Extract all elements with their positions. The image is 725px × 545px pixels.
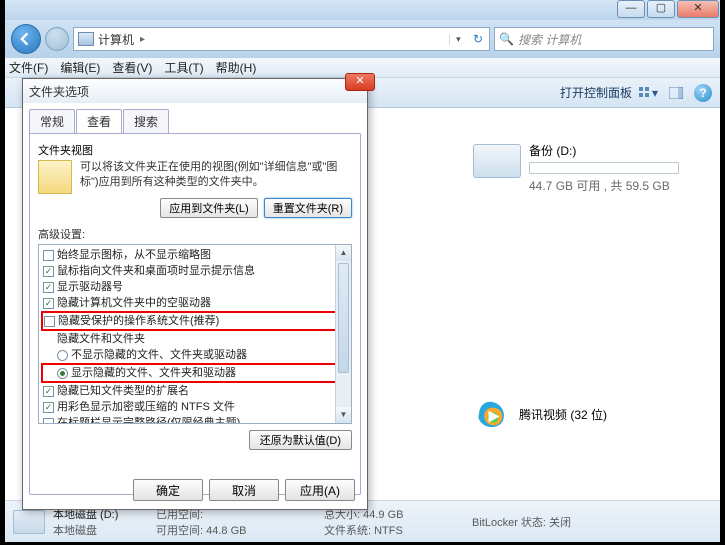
computer-icon xyxy=(78,32,94,46)
opt-show-icons: 始终显示图标，从不显示缩略图 xyxy=(57,247,211,263)
scroll-down-icon[interactable]: ▼ xyxy=(336,407,351,423)
nav-forward-button[interactable] xyxy=(45,27,69,51)
nav-back-button[interactable] xyxy=(11,24,41,54)
opt-tooltip: 鼠标指向文件夹和桌面项时显示提示信息 xyxy=(57,263,255,279)
help-button[interactable]: ? xyxy=(694,84,712,102)
reset-folders-button[interactable]: 重置文件夹(R) xyxy=(264,198,352,218)
window-titlebar: — ▢ ✕ xyxy=(5,0,720,20)
view-grid-icon xyxy=(638,86,652,100)
dialog-titlebar[interactable]: 文件夹选项 xyxy=(23,79,367,103)
status-subtitle: 本地磁盘 xyxy=(53,522,148,538)
folder-options-dialog: 文件夹选项 ✕ 常规 查看 搜索 文件夹视图 可以将该文件夹正在使用的视图(例如… xyxy=(22,78,368,510)
status-free-space: 可用空间: 44.8 GB xyxy=(156,522,316,538)
drive-capacity-bar xyxy=(529,162,679,174)
opt-hide-ext: 隐藏已知文件类型的扩展名 xyxy=(57,383,189,399)
advanced-settings-label: 高级设置: xyxy=(38,226,352,242)
checkbox-full-path[interactable] xyxy=(43,418,54,425)
address-crumb-computer[interactable]: 计算机 xyxy=(98,31,134,48)
menu-edit[interactable]: 编辑(E) xyxy=(60,59,100,76)
advanced-settings-list: 始终显示图标，从不显示缩略图 ✓鼠标指向文件夹和桌面项时显示提示信息 ✓显示驱动… xyxy=(38,244,352,424)
scroll-up-icon[interactable]: ▲ xyxy=(336,245,351,261)
search-icon: 🔍 xyxy=(499,32,514,46)
tencent-video-icon xyxy=(473,396,509,432)
menu-file[interactable]: 文件(F) xyxy=(9,59,48,76)
app-item-label: 腾讯视频 (32 位) xyxy=(519,406,607,423)
tab-search[interactable]: 搜索 xyxy=(123,109,169,133)
status-filesystem: 文件系统: NTFS xyxy=(324,522,464,538)
menu-help[interactable]: 帮助(H) xyxy=(216,59,257,76)
opt-hide-empty: 隐藏计算机文件夹中的空驱动器 xyxy=(57,295,211,311)
open-control-panel-button[interactable]: 打开控制面板 xyxy=(560,84,632,101)
advanced-scrollbar[interactable]: ▲ ▼ xyxy=(335,245,351,423)
checkbox-hide-ext[interactable]: ✓ xyxy=(43,386,54,397)
checkbox-hide-protected[interactable] xyxy=(44,316,55,327)
cancel-button[interactable]: 取消 xyxy=(209,479,279,501)
minimize-button[interactable]: — xyxy=(617,0,645,18)
maximize-button[interactable]: ▢ xyxy=(647,0,675,18)
folder-view-text: 可以将该文件夹正在使用的视图(例如"详细信息"或"图标")应用到所有这种类型的文… xyxy=(80,160,352,194)
checkbox-hide-empty[interactable]: ✓ xyxy=(43,298,54,309)
folder-view-icon xyxy=(38,160,72,194)
dialog-title-text: 文件夹选项 xyxy=(29,83,89,100)
dialog-close-button[interactable]: ✕ xyxy=(345,73,375,91)
search-input[interactable]: 🔍 搜索 计算机 xyxy=(494,27,714,51)
breadcrumb-separator-icon[interactable]: ▸ xyxy=(140,34,145,45)
close-button[interactable]: ✕ xyxy=(677,0,719,18)
status-bitlocker: BitLocker 状态: 关闭 xyxy=(472,514,571,530)
opt-dont-show-hidden: 不显示隐藏的文件、文件夹或驱动器 xyxy=(71,347,247,363)
opt-show-hidden: 显示隐藏的文件、文件夹和驱动器 xyxy=(71,365,236,381)
scroll-thumb[interactable] xyxy=(338,263,349,373)
checkbox-ntfs-color[interactable]: ✓ xyxy=(43,402,54,413)
preview-pane-button[interactable] xyxy=(664,82,688,104)
pane-icon xyxy=(669,87,683,99)
arrow-left-icon xyxy=(19,32,33,46)
tab-view-body: 文件夹视图 可以将该文件夹正在使用的视图(例如"详细信息"或"图标")应用到所有… xyxy=(29,133,361,495)
folder-view-group: 可以将该文件夹正在使用的视图(例如"详细信息"或"图标")应用到所有这种类型的文… xyxy=(38,160,352,194)
address-dropdown-icon[interactable]: ▾ xyxy=(449,34,467,45)
menu-view[interactable]: 查看(V) xyxy=(112,59,152,76)
drive-icon xyxy=(473,144,521,178)
checkbox-tooltip[interactable]: ✓ xyxy=(43,266,54,277)
apply-button[interactable]: 应用(A) xyxy=(285,479,355,501)
address-bar[interactable]: 计算机 ▸ ▾ ↻ xyxy=(73,27,490,51)
opt-full-path: 在标题栏显示完整路径(仅限经典主题) xyxy=(57,415,240,424)
folder-view-group-label: 文件夹视图 xyxy=(38,142,352,158)
opt-drive-letters: 显示驱动器号 xyxy=(57,279,123,295)
app-item-tencent[interactable]: 腾讯视频 (32 位) xyxy=(473,396,688,432)
radio-dont-show-hidden[interactable] xyxy=(57,350,68,361)
refresh-icon[interactable]: ↻ xyxy=(473,32,483,46)
opt-hide-protected: 隐藏受保护的操作系统文件(推荐) xyxy=(58,313,219,329)
drive-name: 备份 (D:) xyxy=(529,142,688,159)
ok-button[interactable]: 确定 xyxy=(133,479,203,501)
radio-show-hidden[interactable] xyxy=(57,368,68,379)
address-bar-row: 计算机 ▸ ▾ ↻ 🔍 搜索 计算机 xyxy=(5,20,720,58)
view-options-button[interactable]: ▾ xyxy=(636,82,660,104)
search-placeholder: 搜索 计算机 xyxy=(518,31,581,48)
drive-detail: 44.7 GB 可用 , 共 59.5 GB xyxy=(529,177,688,194)
tab-general[interactable]: 常规 xyxy=(29,109,75,133)
status-drive-icon xyxy=(13,510,45,534)
dialog-tabs: 常规 查看 搜索 xyxy=(29,109,361,133)
drive-item-d[interactable]: 备份 (D:) 44.7 GB 可用 , 共 59.5 GB xyxy=(473,142,688,194)
checkbox-show-icons[interactable] xyxy=(43,250,54,261)
menu-tools[interactable]: 工具(T) xyxy=(164,59,203,76)
apply-to-folders-button[interactable]: 应用到文件夹(L) xyxy=(160,198,257,218)
opt-hidden-folder-group: 隐藏文件和文件夹 xyxy=(57,331,145,347)
opt-ntfs-color: 用彩色显示加密或压缩的 NTFS 文件 xyxy=(57,399,235,415)
tab-view[interactable]: 查看 xyxy=(76,109,122,133)
restore-defaults-button[interactable]: 还原为默认值(D) xyxy=(249,430,352,450)
checkbox-drive-letters[interactable]: ✓ xyxy=(43,282,54,293)
